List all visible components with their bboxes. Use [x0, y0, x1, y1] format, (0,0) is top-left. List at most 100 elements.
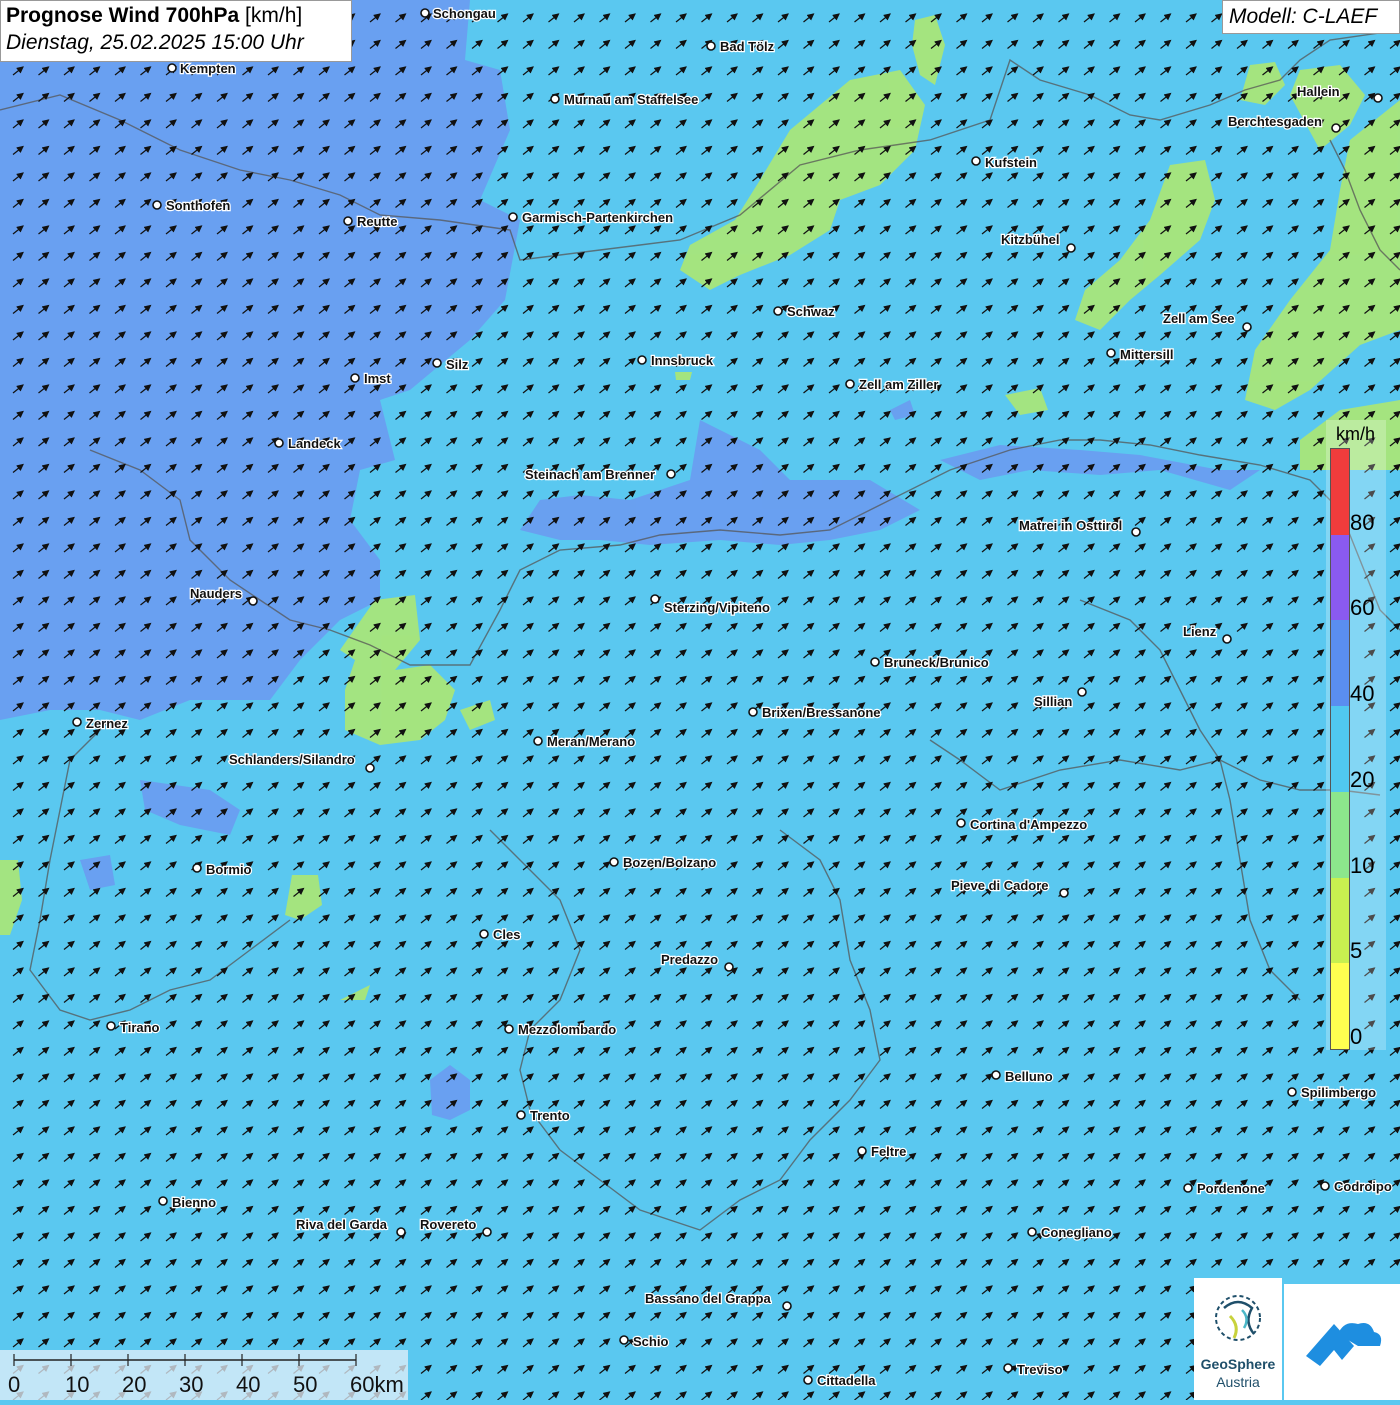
model-label: Modell: C-LAEF	[1222, 0, 1400, 34]
city-label: Predazzo	[661, 952, 718, 967]
geosphere-logo-line1: GeoSphere	[1200, 1356, 1276, 1372]
city-marker: Schongau	[420, 5, 497, 22]
city-dot	[158, 1196, 168, 1206]
geosphere-logo-line2: Austria	[1216, 1374, 1260, 1390]
city-dot	[1077, 687, 1087, 697]
city-marker: Steinach am Brenner	[524, 466, 676, 483]
legend-color-bar	[1330, 448, 1350, 1050]
city-dot	[1059, 888, 1069, 898]
city-dot	[1373, 93, 1383, 103]
legend-tick-label: 80	[1350, 509, 1375, 535]
city-label: Innsbruck	[651, 353, 714, 368]
city-dot	[504, 1024, 514, 1034]
city-label: Bienno	[172, 1195, 216, 1210]
city-marker: Brixen/Bressanone	[748, 704, 882, 721]
city-label: Bormio	[206, 862, 252, 877]
city-label: Kitzbühel	[1001, 232, 1060, 247]
city-dot	[192, 863, 202, 873]
city-marker: Meran/Merano	[533, 733, 636, 750]
map-title-unit: [km/h]	[245, 4, 303, 27]
app-logo[interactable]	[1284, 1284, 1400, 1400]
city-label: Sterzing/Vipiteno	[664, 600, 770, 615]
city-dot	[971, 156, 981, 166]
city-label: Zell am Ziller	[859, 377, 938, 392]
city-label: Schwaz	[787, 304, 835, 319]
city-marker: Murnau am Staffelsee	[550, 91, 700, 108]
city-dot	[803, 1375, 813, 1385]
city-dot	[274, 438, 284, 448]
legend-tick-label: 40	[1350, 681, 1375, 707]
city-label: Matrei in Osttirol	[1019, 518, 1122, 533]
city-label: Meran/Merano	[547, 734, 635, 749]
city-dot	[991, 1070, 1001, 1080]
geosphere-logo: GeoSphere Austria	[1194, 1278, 1282, 1400]
city-label: Zernez	[86, 716, 128, 731]
city-dot	[167, 63, 177, 73]
city-dot	[782, 1301, 792, 1311]
city-label: Pieve di Cadore	[951, 878, 1049, 893]
city-dot	[1183, 1183, 1193, 1193]
city-dot	[432, 358, 442, 368]
city-marker: Bozen/Bolzano	[609, 854, 717, 871]
city-marker: Conegliano	[1027, 1224, 1113, 1241]
city-dot	[516, 1110, 526, 1120]
geosphere-emblem-icon	[1215, 1295, 1261, 1341]
city-dot	[550, 94, 560, 104]
city-label: Nauders	[190, 586, 242, 601]
city-marker: Bruneck/Brunico	[870, 654, 990, 671]
city-label: Codroipo	[1334, 1179, 1392, 1194]
mountain-cloud-icon	[1306, 1323, 1382, 1366]
city-label: Lienz	[1183, 624, 1217, 639]
legend-color-segment	[1331, 791, 1349, 878]
city-dot	[396, 1227, 406, 1237]
city-dot	[1131, 527, 1141, 537]
city-label: Cittadella	[817, 1373, 876, 1388]
city-label: Pordenone	[1197, 1181, 1265, 1196]
legend-tick-label: 5	[1350, 938, 1363, 964]
legend-color-segment	[1331, 534, 1349, 621]
city-dot	[420, 8, 430, 18]
city-label: Sonthofen	[166, 198, 230, 213]
city-dot	[748, 707, 758, 717]
city-dot	[870, 657, 880, 667]
legend-color-segment	[1331, 706, 1349, 792]
city-label: Bruneck/Brunico	[884, 655, 989, 670]
scale-bar	[0, 1350, 408, 1400]
city-label: Bad Tölz	[720, 39, 775, 54]
city-label: Spilimbergo	[1301, 1085, 1376, 1100]
city-dot	[479, 929, 489, 939]
city-dot	[706, 41, 716, 51]
city-label: Kufstein	[985, 155, 1037, 170]
city-marker: Zell am Ziller	[845, 376, 940, 393]
city-label: Trento	[530, 1108, 570, 1123]
city-dot	[72, 717, 82, 727]
city-label: Berchtesgaden	[1228, 114, 1322, 129]
city-label: Schlanders/Silandro	[229, 752, 355, 767]
legend-tick-label: 60	[1350, 595, 1375, 621]
city-dot	[619, 1335, 629, 1345]
scale-label: 40	[236, 1372, 261, 1397]
city-label: Kempten	[180, 61, 236, 76]
city-dot	[1320, 1181, 1330, 1191]
city-label: Tirano	[120, 1020, 160, 1035]
scale-label: 50	[293, 1372, 318, 1397]
city-label: Landeck	[288, 436, 342, 451]
city-dot	[1331, 123, 1341, 133]
city-dot	[857, 1146, 867, 1156]
city-dot	[1287, 1087, 1297, 1097]
city-dot	[666, 469, 676, 479]
city-marker: Garmisch-Partenkirchen	[508, 209, 674, 226]
city-label: Imst	[364, 371, 391, 386]
city-label: Silz	[446, 357, 469, 372]
city-dot	[350, 373, 360, 383]
city-label: Reutte	[357, 214, 397, 229]
city-label: Murnau am Staffelsee	[564, 92, 698, 107]
city-label: Steinach am Brenner	[525, 467, 655, 482]
city-label: Bozen/Bolzano	[623, 855, 716, 870]
city-dot	[533, 736, 543, 746]
city-dot	[773, 306, 783, 316]
city-label: Cles	[493, 927, 520, 942]
city-marker: Cortina d'Ampezzo	[956, 816, 1088, 833]
city-label: Cortina d'Ampezzo	[970, 817, 1087, 832]
wind-map: Schongau Bad Tölz Kempten Murnau am Staffel…	[0, 0, 1400, 1400]
